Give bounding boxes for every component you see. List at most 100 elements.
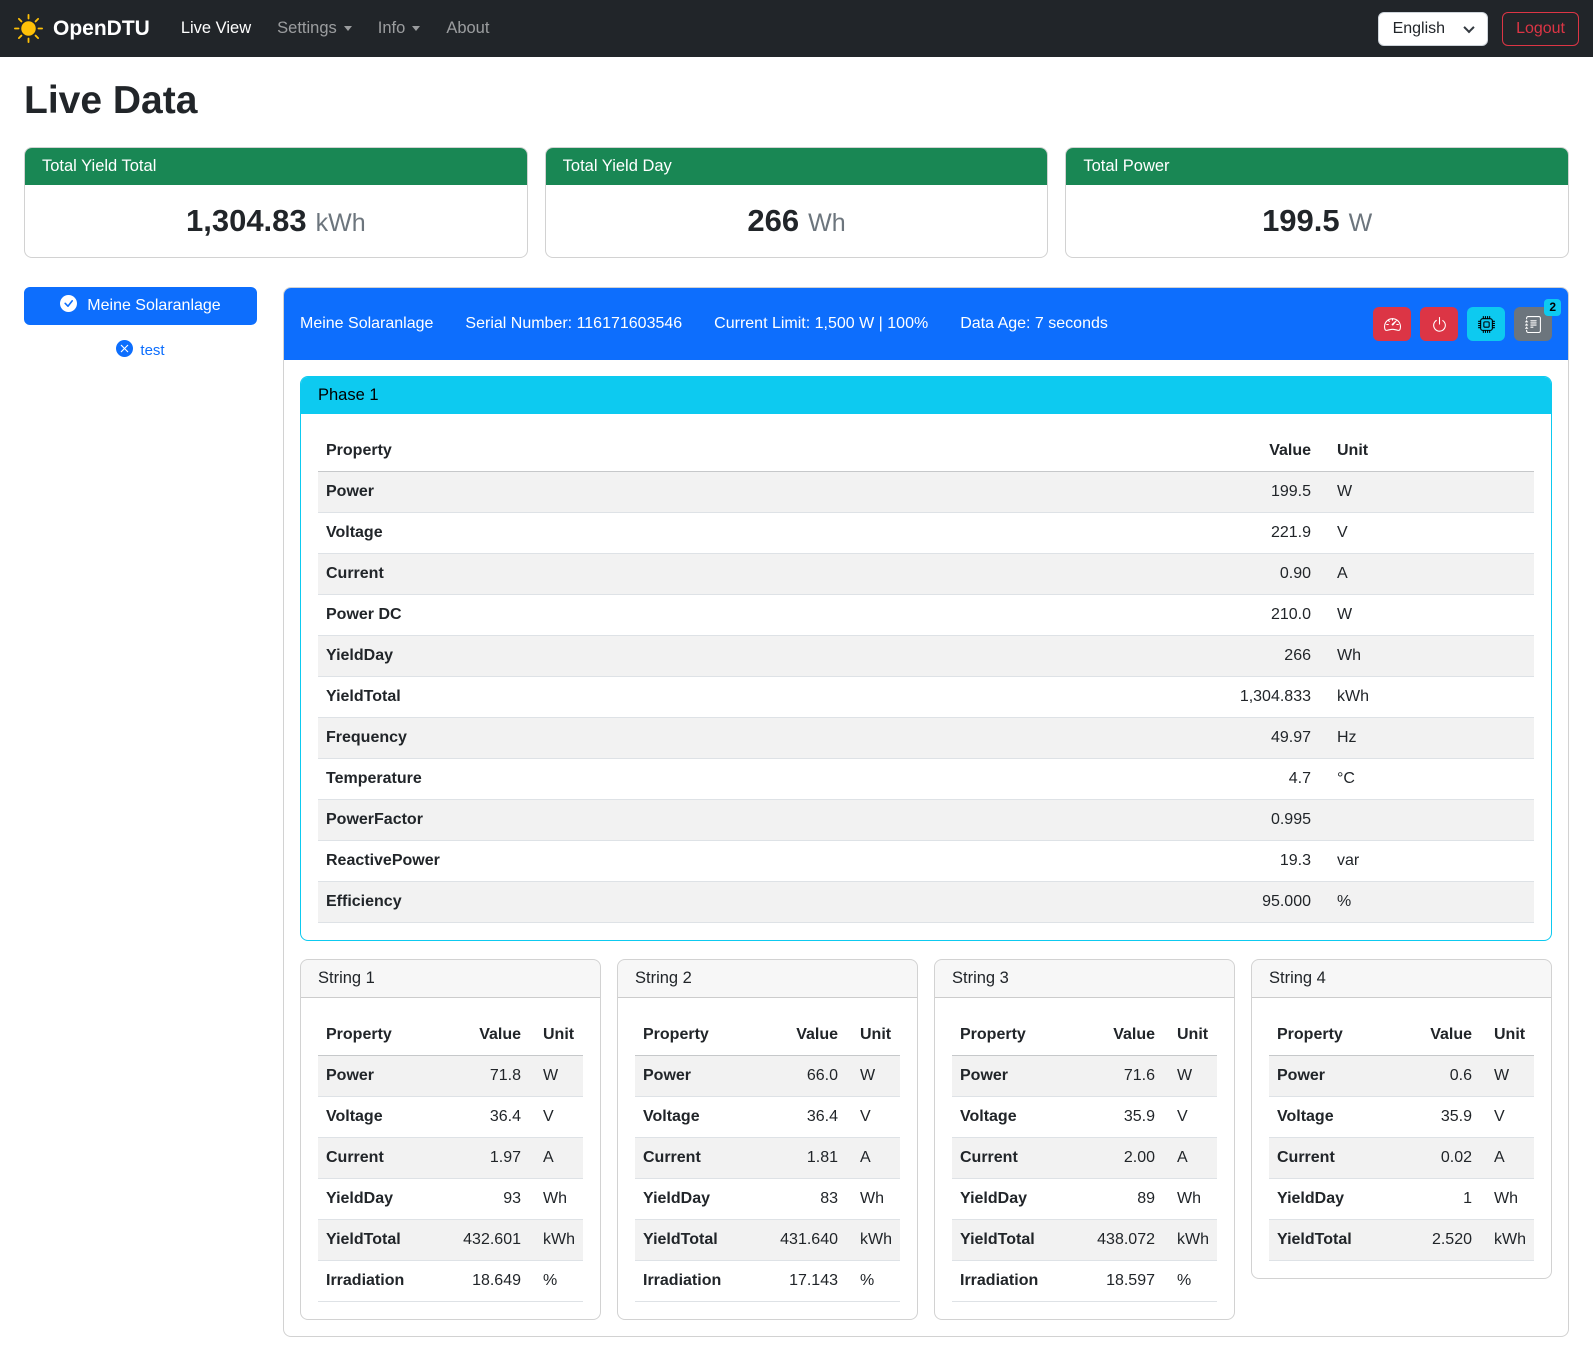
property-cell: Temperature xyxy=(318,759,1189,800)
table-row: Irradiation18.597% xyxy=(952,1261,1217,1302)
total-yield-total-card: Total Yield Total 1,304.83kWh xyxy=(24,147,528,258)
unit-cell: W xyxy=(1480,1056,1534,1097)
nav-live-view[interactable]: Live View xyxy=(168,11,264,46)
unit-cell: Wh xyxy=(529,1179,583,1220)
language-value: English xyxy=(1393,20,1445,38)
column-header-value: Value xyxy=(772,1015,846,1056)
brand-label: OpenDTU xyxy=(53,17,150,41)
inverter-select-meine-solaranlage[interactable]: Meine Solaranlage xyxy=(24,287,257,325)
value-cell: 89 xyxy=(1089,1179,1163,1220)
table-row: YieldDay83Wh xyxy=(635,1179,900,1220)
nav-info-label: Info xyxy=(378,19,406,38)
unit-cell: % xyxy=(529,1261,583,1302)
property-cell: Power xyxy=(952,1056,1089,1097)
property-cell: Current xyxy=(318,1138,455,1179)
string-title: String 3 xyxy=(935,960,1234,998)
unit-cell: Wh xyxy=(846,1179,900,1220)
column-header-unit: Unit xyxy=(846,1015,900,1056)
top-navbar: OpenDTU Live View Settings Info About En… xyxy=(0,0,1593,57)
table-row: Current1.81A xyxy=(635,1138,900,1179)
device-info-button[interactable] xyxy=(1467,307,1505,341)
table-row: YieldTotal1,304.833kWh xyxy=(318,677,1534,718)
property-cell: Voltage xyxy=(635,1097,772,1138)
string-table: Property Value Unit Power0.6W Voltage35.… xyxy=(1269,1015,1534,1261)
power-icon xyxy=(1431,316,1448,333)
value-cell: 19.3 xyxy=(1189,841,1319,882)
column-header-value: Value xyxy=(1189,431,1319,472)
unit-cell: Wh xyxy=(1163,1179,1217,1220)
limit-settings-button[interactable] xyxy=(1373,307,1411,341)
event-log-button[interactable]: 2 xyxy=(1514,307,1552,341)
strings-row: String 1 Property Value Unit xyxy=(300,959,1552,1320)
property-cell: Power DC xyxy=(318,595,1189,636)
card-title: Total Yield Day xyxy=(546,148,1048,185)
unit-cell: % xyxy=(1319,882,1534,923)
string-card-4: String 4 Property Value Unit xyxy=(1251,959,1552,1279)
value-cell: 221.9 xyxy=(1189,513,1319,554)
unit-cell: % xyxy=(846,1261,900,1302)
table-header-row: Property Value Unit xyxy=(952,1015,1217,1056)
nav-info[interactable]: Info xyxy=(365,11,434,46)
inverter-sidebar: Meine Solaranlage test xyxy=(24,287,257,361)
nav-about[interactable]: About xyxy=(433,11,502,46)
string-table: Property Value Unit Power71.8W Voltage36… xyxy=(318,1015,583,1302)
value-cell: 431.640 xyxy=(772,1220,846,1261)
table-row: Voltage35.9V xyxy=(1269,1097,1534,1138)
inverter-select-test[interactable]: test xyxy=(24,340,257,361)
unit-cell: % xyxy=(1163,1261,1217,1302)
table-row: Current0.02A xyxy=(1269,1138,1534,1179)
nav-settings[interactable]: Settings xyxy=(264,11,365,46)
inverter-serial: Serial Number: 116171603546 xyxy=(465,315,682,333)
inverter-panel-header: Meine Solaranlage Serial Number: 1161716… xyxy=(284,288,1568,360)
unit-cell: W xyxy=(529,1056,583,1097)
column-header-unit: Unit xyxy=(1163,1015,1217,1056)
property-cell: Frequency xyxy=(318,718,1189,759)
string-card-3: String 3 Property Value Unit xyxy=(934,959,1235,1320)
property-cell: ReactivePower xyxy=(318,841,1189,882)
value-cell: 18.649 xyxy=(455,1261,529,1302)
table-row: PowerFactor0.995 xyxy=(318,800,1534,841)
unit-cell: kWh xyxy=(846,1220,900,1261)
value-cell: 2.00 xyxy=(1089,1138,1163,1179)
power-settings-button[interactable] xyxy=(1420,307,1458,341)
column-header-value: Value xyxy=(1408,1015,1480,1056)
navbar-right: English Logout xyxy=(1378,12,1579,46)
property-cell: Power xyxy=(1269,1056,1408,1097)
table-row: Irradiation18.649% xyxy=(318,1261,583,1302)
value-cell: 438.072 xyxy=(1089,1220,1163,1261)
property-cell: YieldTotal xyxy=(1269,1220,1408,1261)
unit-cell: Hz xyxy=(1319,718,1534,759)
value-cell: 66.0 xyxy=(772,1056,846,1097)
unit-cell: A xyxy=(529,1138,583,1179)
chevron-down-icon xyxy=(1463,21,1474,32)
phase-title: Phase 1 xyxy=(301,377,1551,414)
property-cell: YieldTotal xyxy=(952,1220,1089,1261)
chevron-down-icon xyxy=(412,26,420,31)
inverter-limit: Current Limit: 1,500 W | 100% xyxy=(714,315,928,333)
language-select[interactable]: English xyxy=(1378,12,1488,46)
inverter-name: Meine Solaranlage xyxy=(300,315,433,333)
table-row: YieldDay93Wh xyxy=(318,1179,583,1220)
value-cell: 4.7 xyxy=(1189,759,1319,800)
brand[interactable]: OpenDTU xyxy=(14,14,150,43)
check-circle-icon xyxy=(60,295,77,317)
event-count-badge: 2 xyxy=(1544,299,1561,316)
value-cell: 266 xyxy=(1189,636,1319,677)
unit-cell: kWh xyxy=(529,1220,583,1261)
logout-button[interactable]: Logout xyxy=(1502,12,1579,46)
table-row: Current2.00A xyxy=(952,1138,1217,1179)
table-row: Power DC210.0W xyxy=(318,595,1534,636)
unit-cell: W xyxy=(1163,1056,1217,1097)
property-cell: Irradiation xyxy=(952,1261,1089,1302)
table-row: Power0.6W xyxy=(1269,1056,1534,1097)
property-cell: YieldTotal xyxy=(318,677,1189,718)
table-row: Voltage221.9V xyxy=(318,513,1534,554)
value-cell: 0.02 xyxy=(1408,1138,1480,1179)
string-card-2: String 2 Property Value Unit xyxy=(617,959,918,1320)
unit-cell: V xyxy=(846,1097,900,1138)
table-row: YieldTotal2.520kWh xyxy=(1269,1220,1534,1261)
column-header-property: Property xyxy=(952,1015,1089,1056)
speedometer-icon xyxy=(1384,316,1401,333)
main-nav: Live View Settings Info About xyxy=(168,11,503,46)
total-yield-day-card: Total Yield Day 266Wh xyxy=(545,147,1049,258)
